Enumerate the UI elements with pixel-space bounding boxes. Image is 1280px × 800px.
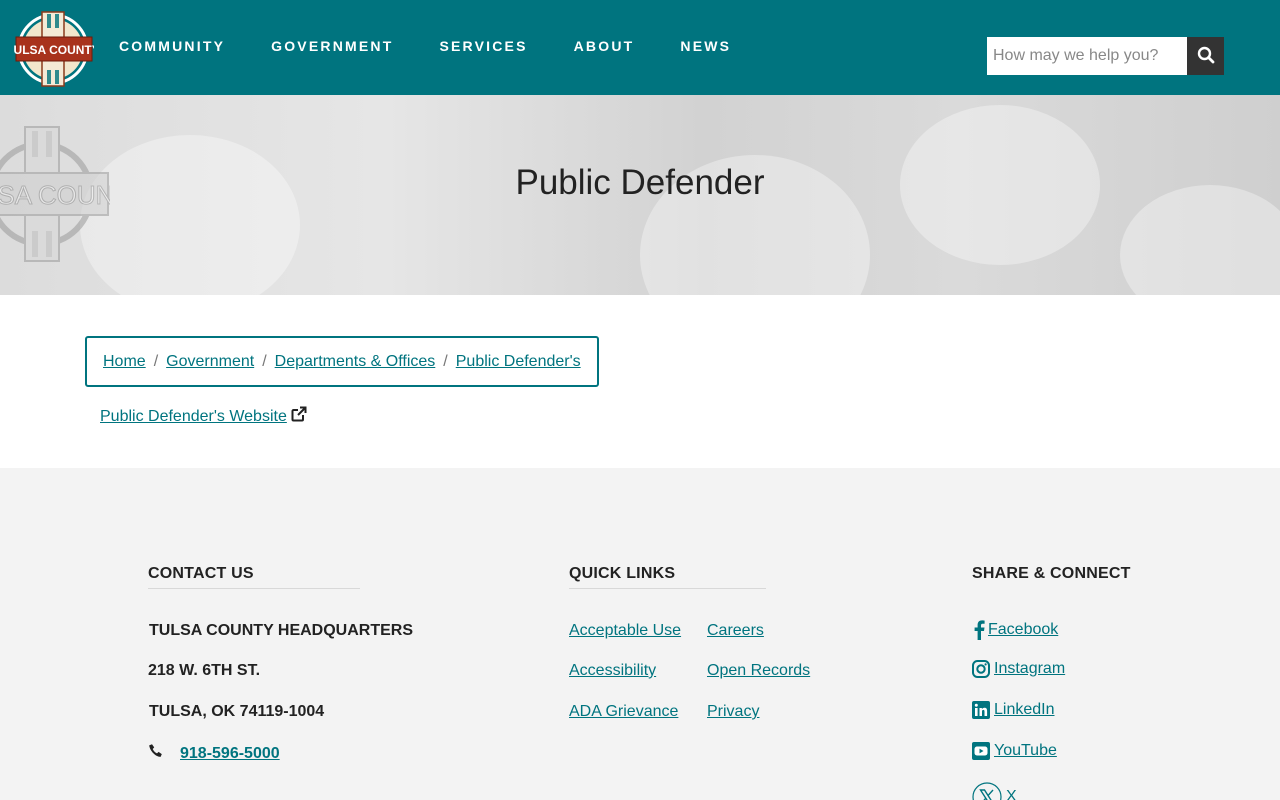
quick-link-open-records[interactable]: Open Records bbox=[707, 662, 810, 680]
site-header: TULSA COUNTY COMMUNITY GOVERNMENT SERVIC… bbox=[0, 0, 1280, 95]
contact-section: CONTACT US bbox=[148, 565, 360, 589]
breadcrumb-separator: / bbox=[443, 352, 448, 370]
share-heading: SHARE & CONNECT bbox=[972, 565, 1131, 582]
x-link[interactable]: X bbox=[1006, 788, 1017, 800]
breadcrumb-departments[interactable]: Departments & Offices bbox=[275, 353, 436, 371]
contact-phone-row: 918-596-5000 bbox=[148, 743, 280, 764]
facebook-icon bbox=[972, 619, 986, 641]
linkedin-link[interactable]: LinkedIn bbox=[994, 701, 1055, 719]
contact-street: 218 W. 6TH ST. bbox=[148, 662, 261, 679]
public-defender-website-link[interactable]: Public Defender's Website bbox=[100, 406, 307, 427]
breadcrumb-home[interactable]: Home bbox=[103, 353, 146, 371]
phone-link[interactable]: 918-596-5000 bbox=[180, 745, 280, 763]
youtube-link[interactable]: YouTube bbox=[994, 742, 1057, 760]
social-youtube: YouTube bbox=[972, 742, 1057, 760]
site-footer: CONTACT US TULSA COUNTY HEADQUARTERS 218… bbox=[0, 468, 1280, 800]
breadcrumb-government[interactable]: Government bbox=[166, 353, 254, 371]
contact-heading: CONTACT US bbox=[148, 565, 360, 589]
page-title: Public Defender bbox=[515, 163, 765, 202]
social-x: X bbox=[972, 782, 1017, 800]
linkedin-icon bbox=[972, 701, 990, 719]
quick-links-heading: QUICK LINKS bbox=[569, 565, 766, 589]
svg-text:TULSA COUNTY: TULSA COUNTY bbox=[14, 43, 94, 57]
breadcrumb-separator: / bbox=[153, 352, 159, 370]
quick-link-ada-grievance[interactable]: ADA Grievance bbox=[569, 703, 678, 721]
quick-link-privacy[interactable]: Privacy bbox=[707, 703, 759, 721]
search-button[interactable] bbox=[1187, 37, 1224, 75]
instagram-icon bbox=[972, 660, 990, 678]
share-section: SHARE & CONNECT bbox=[972, 565, 1131, 588]
x-icon bbox=[972, 782, 1002, 800]
phone-icon bbox=[148, 743, 164, 764]
social-facebook: Facebook bbox=[972, 619, 1058, 641]
nav-government[interactable]: GOVERNMENT bbox=[271, 38, 393, 54]
search-bar bbox=[987, 37, 1224, 75]
quick-links-section: QUICK LINKS bbox=[569, 565, 766, 589]
social-instagram: Instagram bbox=[972, 660, 1065, 678]
nav-about[interactable]: ABOUT bbox=[574, 38, 635, 54]
quick-link-accessibility[interactable]: Accessibility bbox=[569, 662, 656, 680]
quick-link-acceptable-use[interactable]: Acceptable Use bbox=[569, 622, 681, 640]
main-nav: COMMUNITY GOVERNMENT SERVICES ABOUT NEWS bbox=[119, 38, 777, 54]
nav-community[interactable]: COMMUNITY bbox=[119, 38, 225, 54]
instagram-link[interactable]: Instagram bbox=[994, 660, 1065, 678]
external-link-icon bbox=[287, 406, 307, 427]
contact-city: TULSA, OK 74119-1004 bbox=[149, 703, 325, 720]
breadcrumb: Home / Government / Departments & Office… bbox=[85, 336, 599, 387]
quick-link-careers[interactable]: Careers bbox=[707, 622, 764, 640]
search-icon bbox=[1197, 46, 1215, 67]
hero-banner: TULSA COUNTY Public Defender bbox=[0, 95, 1280, 295]
tulsa-county-logo[interactable]: TULSA COUNTY bbox=[6, 10, 100, 88]
contact-org-name: TULSA COUNTY HEADQUARTERS bbox=[149, 622, 414, 639]
website-link-label: Public Defender's Website bbox=[100, 407, 287, 425]
social-linkedin: LinkedIn bbox=[972, 701, 1055, 719]
nav-services[interactable]: SERVICES bbox=[439, 38, 527, 54]
breadcrumb-public-defenders[interactable]: Public Defender's bbox=[456, 353, 581, 371]
nav-news[interactable]: NEWS bbox=[680, 38, 731, 54]
youtube-icon bbox=[972, 742, 990, 760]
facebook-link[interactable]: Facebook bbox=[988, 621, 1058, 639]
breadcrumb-separator: / bbox=[262, 352, 267, 370]
search-input[interactable] bbox=[987, 37, 1187, 75]
